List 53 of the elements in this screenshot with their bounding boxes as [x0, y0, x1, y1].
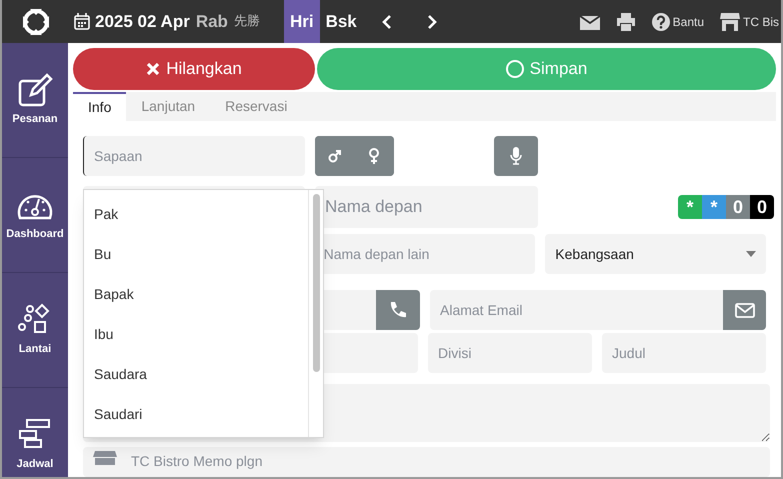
tab[interactable]: Info — [73, 92, 126, 121]
memo-placeholder: TC Bistro Memo plgn — [131, 452, 262, 471]
dropdown-option[interactable]: Saudari — [84, 394, 308, 434]
sidebar-item[interactable]: Lantai — [2, 273, 68, 388]
dropdown-option[interactable]: Ibu — [84, 314, 308, 354]
microphone-icon — [510, 147, 522, 165]
count-badge: * — [702, 195, 726, 219]
printer-icon — [616, 12, 636, 30]
division-field[interactable]: Divisi — [428, 333, 592, 373]
sidebar-item[interactable]: Jadwal — [2, 388, 68, 477]
store-icon — [720, 12, 740, 30]
count-badge: 0 — [750, 195, 774, 219]
chevron-right-icon — [426, 14, 437, 30]
envelope-icon — [734, 302, 754, 318]
close-icon — [146, 62, 160, 76]
dropdown-option[interactable]: Saudara — [84, 354, 308, 394]
print-button[interactable] — [616, 12, 636, 30]
first-name-field[interactable]: Nama depan — [315, 186, 538, 228]
scrollbar-thumb[interactable] — [312, 194, 320, 372]
phone-icon — [389, 301, 407, 319]
microphone-button[interactable] — [494, 136, 538, 176]
store-icon — [93, 451, 117, 465]
sidebar-item[interactable]: Pesanan — [2, 43, 68, 158]
dropdown-option[interactable]: Pak — [84, 194, 308, 234]
male-icon — [328, 149, 342, 163]
circle-icon — [506, 60, 524, 78]
job-title-field[interactable]: Judul — [602, 333, 766, 373]
female-icon — [368, 147, 380, 165]
email-button[interactable] — [723, 290, 766, 330]
view-tab[interactable]: Bsk — [320, 0, 363, 43]
dropdown-option[interactable]: Bapak — [84, 274, 308, 314]
mail-button[interactable] — [580, 14, 600, 30]
help-icon — [652, 12, 670, 30]
edit-icon — [17, 72, 53, 107]
nationality-select[interactable]: Kebangsaan — [545, 234, 766, 274]
rokuyo-text: 先勝 — [234, 12, 260, 31]
phone-button[interactable] — [376, 290, 420, 330]
logo-icon — [21, 6, 51, 36]
chevron-left-icon — [382, 14, 392, 30]
weekday-text: Rab — [196, 10, 228, 33]
envelope-icon — [580, 14, 600, 30]
sidebar-item[interactable]: Dashboard — [2, 158, 68, 273]
count-badge: 0 — [726, 195, 750, 219]
calendar-icon — [74, 13, 90, 30]
discard-button[interactable]: Hilangkan — [73, 48, 315, 90]
count-badge: * — [678, 195, 702, 219]
help-button[interactable]: Bantu — [652, 12, 704, 30]
salutation-field[interactable]: Sapaan — [83, 136, 305, 176]
date-text: 2025 02 Apr — [95, 10, 190, 33]
view-tab[interactable]: Hri — [284, 0, 320, 43]
caret-down-icon — [746, 251, 756, 257]
dropdown-option[interactable]: Bu — [84, 234, 308, 274]
store-button[interactable]: TC Bis — [720, 12, 779, 30]
